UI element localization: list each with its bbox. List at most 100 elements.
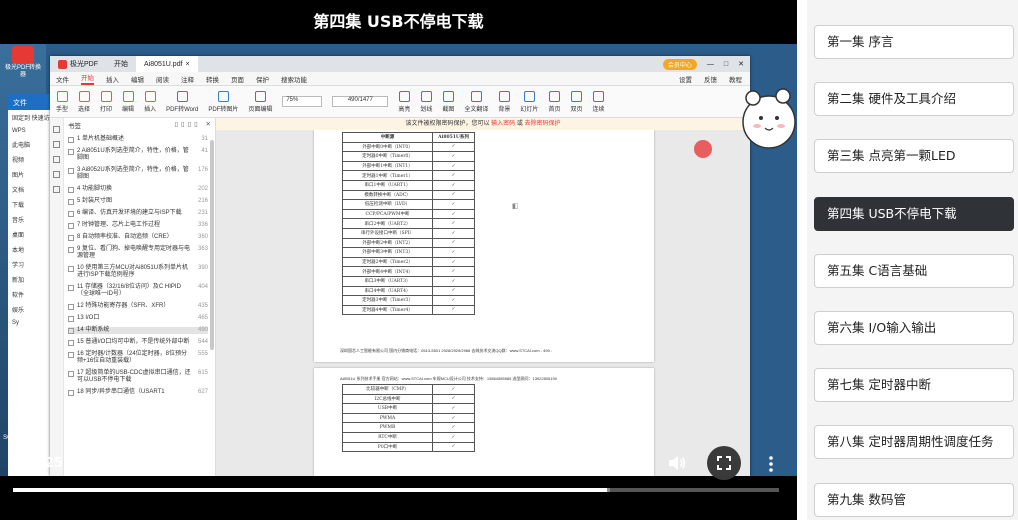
table-row: 串口1中断（UART1） ✓ [342, 179, 475, 191]
table-cell: 定时器0中断（Timer0） [342, 151, 433, 162]
toolbar-label: 编辑 [122, 106, 135, 113]
checkbox-icon [68, 235, 74, 241]
bookmarks-list: 1 单片机基础概述 31 2 Ai8051U系列选型简介，特性，价格，管脚图 41 3 … [68, 136, 208, 401]
video-frame[interactable]: 极光PDF转换器应用WPS此电脑网SynSOL 13 小项目 2020 文件 固… [0, 44, 797, 476]
toolbar-tool-icon [498, 90, 510, 102]
progress-played [13, 488, 607, 492]
video-player[interactable]: 第四集 USB不停电下载 极光PDF转换器应用WPS此电脑网SynSOL 13 … [0, 0, 797, 520]
bookmarks-header: 书签 ▯▯▯▯ ✕ [68, 120, 214, 130]
table-cell: ✓ [432, 170, 475, 181]
bookmark-title: 6 编译、仿真开发环境的建立与ISP下载 [77, 210, 182, 216]
maximize-icon: □ [723, 60, 729, 68]
episode-item[interactable]: 第五集 C语言基础 [814, 253, 1014, 288]
toolbar-label: 幻灯片 [520, 106, 539, 113]
bookmark-item: 1 单片机基础概述 31 [68, 136, 208, 143]
table-row: 比较器中断（CMP） ✓ [342, 384, 475, 395]
fullscreen-icon [717, 456, 731, 470]
convert-fab-icon [694, 140, 712, 158]
episode-item[interactable]: 第一集 序言 [814, 25, 1014, 59]
episode-item[interactable]: 第三集 点亮第一颗LED [814, 139, 1014, 174]
volume-icon[interactable] [668, 455, 686, 471]
table-header-row: 中断源 Ai8051U系列 [342, 132, 475, 143]
bookmark-item: 8 自动频率校准、自动追频（CRE） 360 [68, 234, 208, 241]
toolbar-label: 插入 [144, 106, 157, 113]
toolbar-tool-icon [398, 90, 410, 102]
episode-item[interactable]: 第六集 I/O输入输出 [814, 311, 1014, 345]
table-cell: ✓ [432, 304, 475, 316]
toolbar-tool-icon [176, 90, 188, 102]
toolbar-tool-icon [217, 90, 229, 102]
play-icon[interactable] [14, 455, 28, 471]
toolbar-button: 背景 [498, 90, 511, 113]
table-cell: 比较器中断（CMP） [342, 384, 433, 395]
bookmark-title: 3 Ai8052U系列选型简介，特性，价格，管脚图 [77, 167, 189, 180]
more-vert-icon[interactable] [763, 455, 779, 473]
episode-list: 第一集 序言 第二集 硬件及工具介绍 第三集 点亮第一颗LED 第四集 USB不停电下… [807, 0, 1018, 520]
bookmark-page: 465 [197, 315, 208, 321]
progress-bar[interactable] [13, 488, 779, 492]
checkbox-icon [68, 168, 74, 174]
table-cell: 定时器1中断（Timer1） [342, 170, 433, 181]
bookmark-item: 13 I/O口 465 [68, 315, 208, 322]
table-cell: 低压检测中断（LVD） [342, 199, 433, 210]
table-cell: 外部中断2中断（INT2） [342, 237, 433, 249]
bookmark-page: 555 [197, 351, 208, 357]
bookmark-page: 336 [197, 222, 208, 228]
table-row: 定时器2中断（Timer2） ✓ [342, 256, 475, 268]
toolbar-label: 选择 [78, 106, 91, 113]
table-cell: 串口1中断（UART1） [342, 179, 433, 191]
episode-item[interactable]: 第二集 硬件及工具介绍 [814, 82, 1014, 117]
table-cell: ✓ [432, 160, 475, 172]
table-row: 外部中断4中断（INT4） ✓ [342, 266, 475, 277]
collapse-icon: ◧ [512, 203, 519, 210]
notice-sep: 或 [516, 121, 523, 127]
bookmark-title: 14 中断系统 [77, 327, 110, 333]
notice-text: 该文件被权限密码保护，您可以 [405, 121, 490, 127]
table-row: 定时器1中断（Timer1） ✓ [342, 170, 475, 181]
table-row: PWMA ✓ [342, 412, 475, 424]
table-row: 串口2中断（UART2） ✓ [342, 218, 475, 229]
table-cell: ✓ [432, 199, 475, 210]
panel-icon-strip [50, 118, 64, 476]
table-row: CCP/PCA/PWM中断 ✓ [342, 208, 475, 220]
table-cell: ✓ [432, 218, 475, 229]
toolbar-tool-icon [470, 90, 482, 102]
bookmark-page: 627 [197, 389, 208, 395]
episode-item[interactable]: 第四集 USB不停电下载 [814, 196, 1014, 231]
enter-password-link: 输入密码 [491, 121, 516, 127]
bookmark-title: 18 同步/异步串口通信（USART1 [77, 389, 165, 395]
vip-badge: 会员中心 [662, 58, 697, 70]
episode-item[interactable]: 第九集 数码管 [814, 482, 1014, 517]
table-cell: P0口中断 [342, 441, 433, 453]
bookmark-item: 12 特殊功能寄存器（SFR、XFR） 435 [68, 303, 208, 310]
toolbar-button: 高亮 [398, 90, 410, 113]
fullscreen-button[interactable] [707, 446, 741, 480]
toolbar-label: 划线 [420, 106, 433, 113]
bookmark-page: 544 [197, 339, 208, 345]
menu-item: 转换 [206, 76, 219, 84]
table-cell: USB中断 [342, 403, 433, 414]
window-controls: 会员中心 — □ ✕ [662, 58, 750, 70]
toolbar-label: 背景 [498, 106, 511, 113]
toolbar-tool-icon [144, 90, 156, 102]
toolbar-label: 页面编辑 [248, 106, 273, 113]
table-header-cell: Ai8051U系列 [432, 132, 475, 143]
bookmark-title: 10 使用第三方MCU对Ai8051U系列单片机进行ISP下载范例程序 [77, 265, 189, 278]
bookmark-item: 7 时钟管理、芯片上电工作过程 336 [68, 222, 208, 229]
episode-item[interactable]: 第八集 定时器周期性调度任务 [814, 425, 1014, 460]
interrupt-table: 中断源 Ai8051U系列 外部中断0中断（INT0） ✓ 定时器0中断（Timer0）… [342, 132, 475, 316]
bookmark-title: 1 单片机基础概述 [77, 136, 125, 142]
episode-item[interactable]: 第七集 定时器中断 [814, 368, 1014, 403]
toolbar-tool-icon [78, 90, 90, 102]
table-cell: CCP/PCA/PWM中断 [342, 208, 433, 220]
table-row: 串口4中断（UART4） ✓ [342, 285, 475, 297]
table-cell: PWMB [342, 422, 433, 433]
table-row: RTC中断 ✓ [342, 431, 475, 443]
checkbox-icon [68, 247, 74, 253]
video-title: 第四集 USB不停电下载 [313, 12, 484, 31]
password-notice: 该文件被权限密码保护，您可以 输入密码 或 去除密码保护 [216, 118, 750, 130]
bookmark-title: 16 定时器/计数器（24位定时器，8位预分频+16位自动重装载） [77, 351, 188, 364]
bookmarks-scrollbar [210, 140, 214, 350]
menu-item: 编辑 [131, 76, 144, 84]
toolbar-tool-icon [548, 90, 560, 102]
